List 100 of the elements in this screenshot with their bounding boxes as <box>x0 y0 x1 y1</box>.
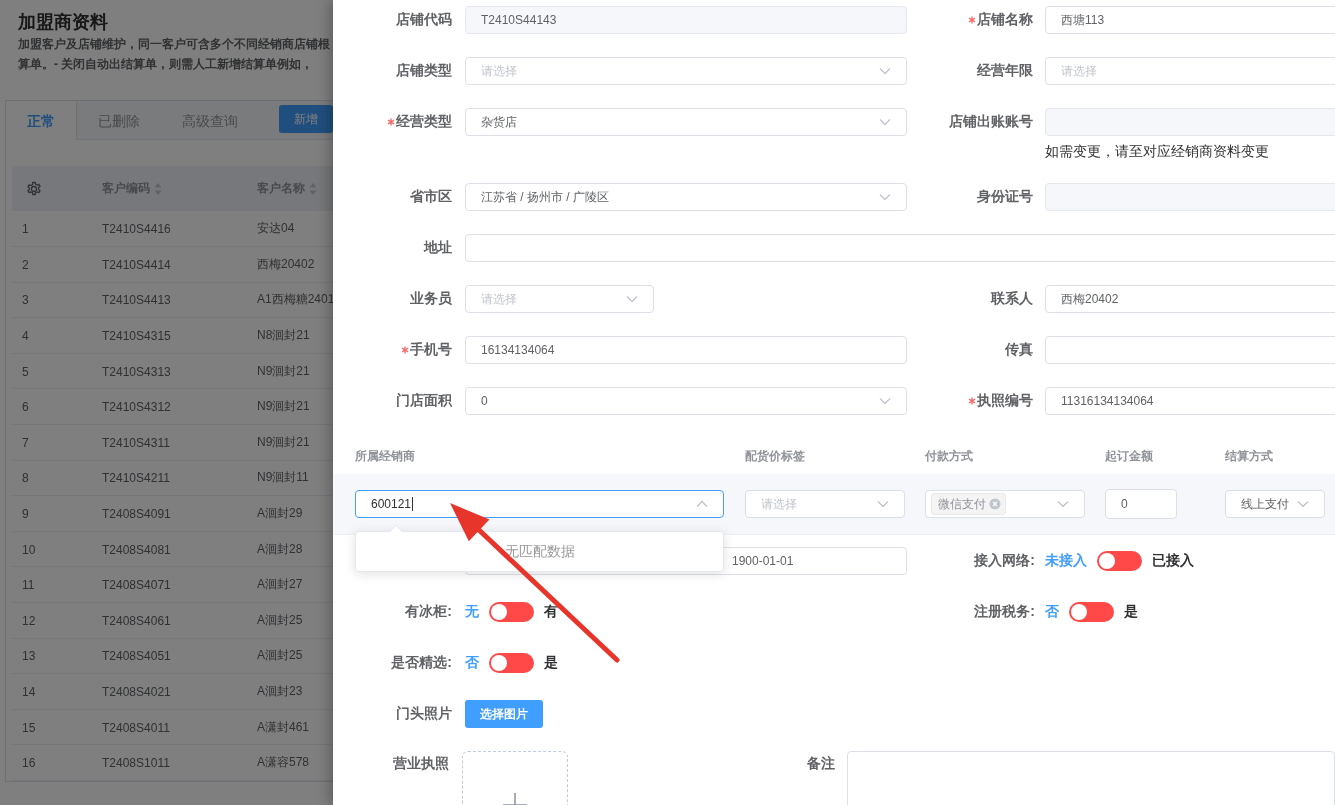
table-cell: T2410S4312 <box>102 400 171 415</box>
table-cell: A洄封23 <box>257 683 303 700</box>
table-cell: A洄封25 <box>257 647 303 665</box>
field-label: 接入网络: <box>974 552 1035 570</box>
settings-icon[interactable] <box>26 180 42 197</box>
table-cell: T2410S4311 <box>102 435 170 450</box>
field-label: 店铺名称 <box>977 11 1033 29</box>
caret-icon <box>626 295 638 303</box>
table-cell: A洄封29 <box>257 505 303 523</box>
table-cell: 6 <box>22 400 29 415</box>
column-header: 付款方式 <box>925 448 973 465</box>
field-label: 营业执照 <box>393 755 450 773</box>
switch-option[interactable]: 无 <box>465 603 479 621</box>
caret-icon <box>879 397 891 405</box>
field-label: 店铺代码 <box>396 11 452 29</box>
field-label: 传真 <box>1005 341 1033 359</box>
caret-icon <box>1057 500 1069 508</box>
tab[interactable]: 正常 <box>6 101 77 140</box>
column-header: 结算方式 <box>1225 448 1273 465</box>
table-cell: A洄封28 <box>257 540 303 558</box>
select-field[interactable]: 微信支付 <box>925 490 1085 518</box>
input-field[interactable] <box>465 234 1335 262</box>
switch-option[interactable]: 否 <box>465 654 479 672</box>
hint-text: 如需变更，请至对应经销商资料变更 <box>1045 142 1270 161</box>
table-cell: T2410S4315 <box>102 329 171 343</box>
description-text: 算单。- 关闭自动出结算单，则需人工新增结算单例如， <box>18 56 314 73</box>
table-cell: 12 <box>22 613 36 628</box>
table-cell: 10 <box>22 542 36 557</box>
select-field[interactable]: 0 <box>465 387 907 415</box>
caret-icon <box>879 67 891 75</box>
field-label: 是否精选: <box>391 654 452 672</box>
add-button[interactable]: 新增 <box>279 105 333 133</box>
description-text: 加盟客户及店铺维护，同一客户可含多个不同经销商店铺根 <box>18 36 330 53</box>
switch-option[interactable]: 否 <box>1045 603 1059 621</box>
close-icon[interactable] <box>989 498 1001 510</box>
input-field[interactable]: 16134134064 <box>465 336 907 364</box>
field-label: 注册税务: <box>974 603 1035 621</box>
table-cell: T2410S4413 <box>102 293 171 308</box>
table-cell: 11 <box>22 578 35 593</box>
table-cell: 西梅20402 <box>257 255 315 273</box>
input-field[interactable]: 请选择 <box>1045 57 1335 85</box>
table-cell: 15 <box>22 720 36 735</box>
table-cell: N9洄封21 <box>257 433 310 451</box>
table-cell: T2408S4081 <box>102 542 171 557</box>
field-label: 备注 <box>806 755 835 773</box>
select-field[interactable]: 请选择 <box>465 57 907 85</box>
column-header: 起订金额 <box>1105 448 1153 465</box>
table-cell: 4 <box>22 329 29 343</box>
input-field[interactable] <box>1045 183 1335 211</box>
toggle-switch[interactable] <box>1097 551 1142 571</box>
table-cell: 8 <box>22 471 29 486</box>
caret-icon <box>696 500 708 508</box>
field-label: 手机号 <box>410 341 452 359</box>
field-label: 地址 <box>424 239 452 257</box>
input-field[interactable]: 西塘113 <box>1045 6 1335 34</box>
input-field[interactable] <box>1045 108 1335 136</box>
select-field[interactable]: 请选择 <box>465 285 654 313</box>
caret-icon <box>877 500 889 508</box>
table-cell: 安达04 <box>257 220 295 238</box>
input-field[interactable]: 西梅20402 <box>1045 285 1335 313</box>
caret-icon <box>879 193 891 201</box>
switch-option[interactable]: 未接入 <box>1045 552 1087 570</box>
switch-option[interactable]: 已接入 <box>1152 552 1194 570</box>
field-label: 省市区 <box>410 188 452 206</box>
table-cell: 13 <box>22 649 36 664</box>
table-cell: 2 <box>22 257 29 272</box>
caret-icon <box>1297 500 1309 508</box>
select-image-button[interactable]: 选择图片 <box>465 700 543 728</box>
table-cell: A洄封25 <box>257 611 303 629</box>
field-label: 经营年限 <box>977 62 1033 80</box>
field-value: 600121 <box>371 496 412 511</box>
select-field[interactable]: 请选择 <box>745 490 905 518</box>
select-field[interactable]: 600121 <box>355 490 724 518</box>
toggle-switch[interactable] <box>489 602 534 622</box>
table-cell: 9 <box>22 506 29 521</box>
select-field[interactable]: 江苏省 / 扬州市 / 广陵区 <box>465 183 907 211</box>
table-cell: T2408S4051 <box>102 649 171 664</box>
field-label: 业务员 <box>410 290 452 308</box>
input-field[interactable]: 0 <box>1105 489 1177 519</box>
input-field[interactable] <box>1045 336 1335 364</box>
switch-option[interactable]: 是 <box>1124 603 1138 621</box>
table-cell: N9洄封11 <box>257 469 309 487</box>
select-field[interactable]: 线上支付 <box>1225 490 1325 518</box>
field-label: 店铺类型 <box>396 62 452 80</box>
table-cell: T2408S1011 <box>102 756 170 771</box>
table-cell: 16 <box>22 756 36 771</box>
switch-option[interactable]: 有 <box>544 603 558 621</box>
table-cell: T2408S4011 <box>102 720 170 735</box>
input-field[interactable]: T2410S44143 <box>465 6 907 34</box>
switch-option[interactable]: 是 <box>544 654 558 672</box>
input-field[interactable]: 11316134134064 <box>1045 387 1335 415</box>
field-label: 经营类型 <box>396 113 452 131</box>
table-cell: A洄封27 <box>257 576 303 594</box>
select-field[interactable]: 杂货店 <box>465 108 907 136</box>
toggle-switch[interactable] <box>489 653 534 673</box>
page-title: 加盟商资料 <box>18 11 108 34</box>
tag: 微信支付 <box>931 493 1006 515</box>
toggle-switch[interactable] <box>1069 602 1114 622</box>
column-header: 配货价标签 <box>745 448 805 465</box>
table-cell: T2410S4211 <box>102 471 170 486</box>
